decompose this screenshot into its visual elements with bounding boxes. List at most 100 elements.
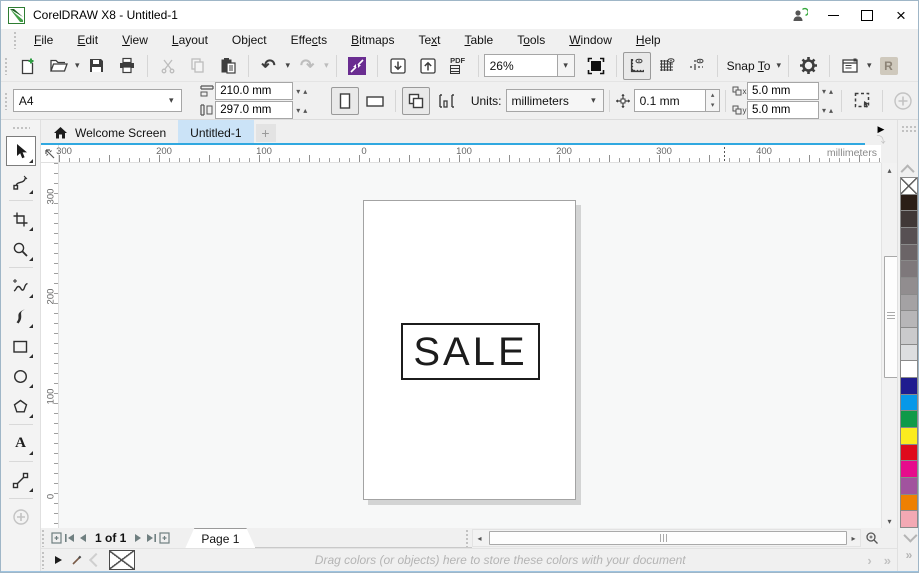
all-pages-button[interactable] <box>401 86 430 115</box>
current-page-button[interactable] <box>432 87 460 115</box>
last-page-button[interactable] <box>145 530 158 546</box>
menu-item-bitmaps[interactable]: Bitmaps <box>339 31 406 49</box>
palette-swatch-b7b6b8[interactable] <box>900 310 918 329</box>
horizontal-scrollbar[interactable]: ◂ ▸ <box>472 529 861 547</box>
menubar-grip[interactable] <box>13 30 18 49</box>
palette-swatch-df0b1c[interactable] <box>900 443 918 462</box>
snap-to-dropdown-arrow[interactable]: ▾ <box>774 60 783 71</box>
scroll-down-icon[interactable]: ▾ <box>882 514 897 528</box>
print-button[interactable] <box>113 52 141 80</box>
palette-swatch-a1539e[interactable] <box>900 477 918 495</box>
paper-type-select[interactable]: A4 ▾ <box>12 89 182 112</box>
palette-swatch-cacacc[interactable] <box>900 327 918 345</box>
zoom-level-dropdown[interactable]: ▾ <box>557 54 575 77</box>
show-rulers-button[interactable] <box>622 51 651 80</box>
palette-swatch-a4a2a4[interactable] <box>900 293 918 312</box>
palette-swatch-dddee0[interactable] <box>900 343 918 362</box>
polygon-tool[interactable] <box>7 392 35 420</box>
vertical-scroll-thumb[interactable] <box>884 256 898 378</box>
freehand-tool[interactable] <box>7 272 35 300</box>
palette-swatch-6b6467[interactable] <box>900 243 918 262</box>
tab-welcome-screen[interactable]: Welcome Screen <box>41 120 178 145</box>
menu-item-file[interactable]: File <box>22 31 65 49</box>
zoom-level-input[interactable]: 26% <box>483 54 558 77</box>
new-document-button[interactable] <box>14 52 42 80</box>
import-button[interactable] <box>384 52 412 80</box>
portrait-button[interactable] <box>330 86 359 115</box>
palette-swatch-f3a9b4[interactable] <box>900 510 918 529</box>
drawing-canvas[interactable]: SALE <box>59 163 881 528</box>
page-width-input[interactable]: 210.0 mm <box>215 82 294 100</box>
navigator-grip[interactable] <box>41 529 46 547</box>
menu-item-help[interactable]: Help <box>624 31 673 49</box>
account-icon[interactable] <box>782 2 816 28</box>
menu-item-object[interactable]: Object <box>220 31 279 49</box>
scroll-right-icon[interactable]: ▸ <box>847 534 860 543</box>
menu-item-layout[interactable]: Layout <box>160 31 220 49</box>
open-button[interactable] <box>44 52 72 80</box>
menu-item-table[interactable]: Table <box>453 31 506 49</box>
palette-swatch-0f9a49[interactable] <box>900 410 918 429</box>
undo-button[interactable]: ↶ <box>255 52 283 80</box>
rectangle-tool[interactable] <box>7 332 35 360</box>
menu-item-effects[interactable]: Effects <box>279 31 339 49</box>
collapse-left-icon[interactable] <box>88 552 104 568</box>
pick-tool[interactable] <box>5 136 36 166</box>
palette-swatch-403837[interactable] <box>900 210 918 229</box>
horizontal-scroll-thumb[interactable] <box>489 531 847 545</box>
dockers-dropdown-arrow[interactable]: ▾ <box>865 60 874 71</box>
palette-swatch-2b1e17[interactable] <box>900 193 918 212</box>
crop-tool[interactable] <box>7 205 35 233</box>
fullscreen-preview-button[interactable] <box>582 52 610 80</box>
show-guidelines-button[interactable] <box>683 52 711 80</box>
palette-swatch-e60c8c[interactable] <box>900 460 918 479</box>
navigator-zoom-button[interactable] <box>863 531 881 545</box>
customize-toolbox-button[interactable] <box>7 503 35 531</box>
duplicate-x-input[interactable]: 5.0 mm <box>747 82 820 100</box>
add-page-before-button[interactable] <box>50 530 63 546</box>
artistic-media-tool[interactable] <box>7 302 35 330</box>
nudge-distance-input[interactable]: 0.1 mm <box>633 89 707 112</box>
dimension-tool[interactable] <box>7 466 35 494</box>
palette-swatch-7e787b[interactable] <box>900 260 918 279</box>
page-height-input[interactable]: 297.0 mm <box>215 101 294 119</box>
propbar-grip[interactable] <box>4 91 9 110</box>
palette-swatch-fbec1f[interactable] <box>900 427 918 445</box>
landscape-button[interactable] <box>361 87 389 115</box>
vertical-ruler[interactable]: 300 200 100 0 <box>41 163 59 528</box>
menu-item-tools[interactable]: Tools <box>505 31 557 49</box>
palette-grip[interactable] <box>901 125 917 133</box>
units-select[interactable]: millimeters ▾ <box>505 89 604 112</box>
nudge-spinner[interactable]: ▴ ▾ <box>706 89 721 112</box>
scrollbar-grip[interactable] <box>465 528 470 547</box>
ellipse-tool[interactable] <box>7 362 35 390</box>
shape-tool[interactable] <box>7 168 35 196</box>
show-grid-button[interactable] <box>653 52 681 80</box>
palette-swatch-ffffff[interactable] <box>900 360 918 379</box>
search-content-button[interactable] <box>343 52 371 80</box>
open-dropdown-arrow[interactable]: ▾ <box>73 60 82 71</box>
palette-swatch-ee8002[interactable] <box>900 493 918 512</box>
zoom-tool[interactable] <box>7 235 35 263</box>
duplicate-x-spinner[interactable]: ▾ ▴ <box>822 87 836 96</box>
menu-item-edit[interactable]: Edit <box>65 31 110 49</box>
duplicate-y-spinner[interactable]: ▾ ▴ <box>822 106 836 115</box>
statusbar-next-icon[interactable]: › <box>867 553 871 568</box>
close-button[interactable]: × <box>884 2 918 28</box>
menu-item-view[interactable]: View <box>110 31 160 49</box>
toolbox-grip[interactable] <box>11 126 30 131</box>
publish-to-pdf-button[interactable]: PDF <box>444 52 472 80</box>
snap-to-button[interactable]: Snap To <box>723 59 775 73</box>
menu-item-text[interactable]: Text <box>406 31 452 49</box>
palette-scroll-up-button[interactable] <box>898 163 918 179</box>
add-page-after-button[interactable] <box>158 530 171 546</box>
scroll-up-icon[interactable]: ▴ <box>882 163 897 177</box>
horizontal-ruler[interactable]: millimeters 300 200 100 0 100 200 300 400 <box>56 145 881 163</box>
previous-page-button[interactable] <box>76 530 89 546</box>
page-width-spinner[interactable]: ▾ ▴ <box>296 87 310 96</box>
statusbar-play-icon[interactable] <box>54 555 63 565</box>
text-tool[interactable]: A <box>7 429 35 457</box>
menu-item-window[interactable]: Window <box>557 31 624 49</box>
sale-text[interactable]: SALE <box>413 332 527 372</box>
show-dockers-button[interactable] <box>836 52 864 80</box>
